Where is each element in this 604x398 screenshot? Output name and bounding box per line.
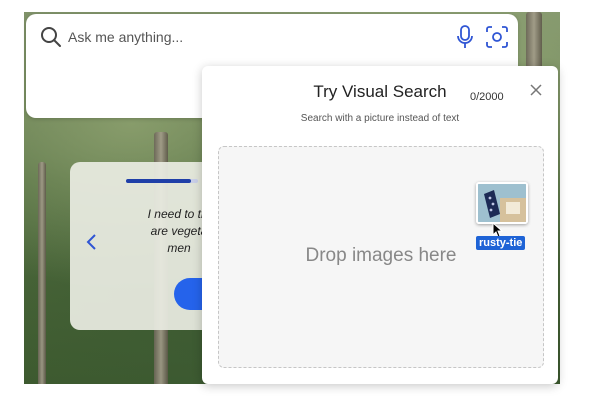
visual-search-panel: Try Visual Search 0/2000 Search with a p…: [202, 66, 558, 384]
progress-fill: [126, 179, 191, 183]
chevron-left-icon[interactable]: [84, 232, 100, 252]
microphone-icon[interactable]: [454, 24, 476, 50]
progress-track: [126, 179, 198, 183]
camera-scan-icon[interactable]: [484, 24, 510, 50]
image-thumbnail[interactable]: [476, 182, 528, 224]
image-drop-zone[interactable]: Drop images here: [218, 146, 544, 368]
visual-search-title: Try Visual Search: [313, 82, 447, 101]
visual-search-subtitle: Search with a picture instead of text: [300, 113, 460, 124]
character-counter: 0/2000: [470, 91, 504, 103]
dragged-file-label: rusty-tie: [476, 236, 526, 250]
search-icon: [41, 27, 61, 47]
close-icon[interactable]: [528, 82, 544, 98]
dragged-image-preview: [478, 184, 526, 222]
tree-trunk: [38, 162, 46, 384]
search-input[interactable]: [68, 24, 438, 50]
